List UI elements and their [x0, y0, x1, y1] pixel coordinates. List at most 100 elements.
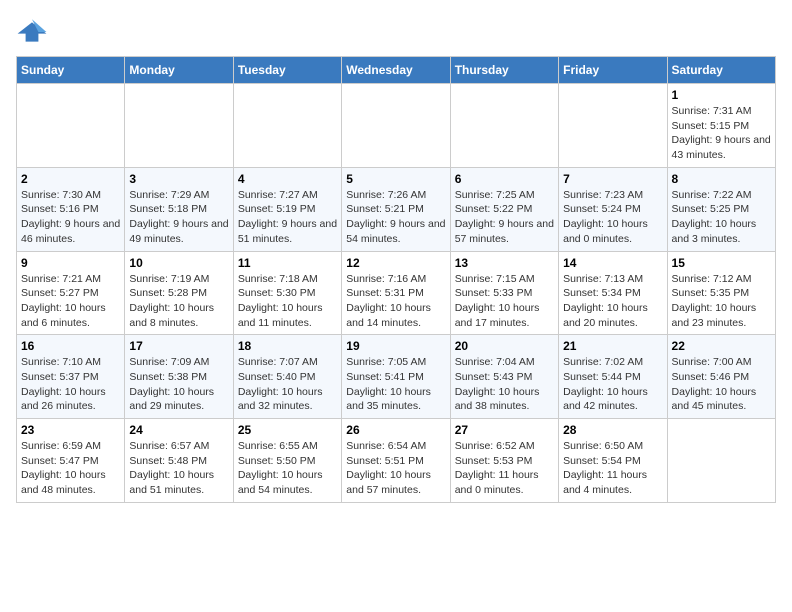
calendar-cell: 20 Sunrise: 7:04 AMSunset: 5:43 PMDayligh…	[450, 335, 558, 419]
calendar-cell: 15 Sunrise: 7:12 AMSunset: 5:35 PMDayligh…	[667, 251, 775, 335]
header-thursday: Thursday	[450, 57, 558, 84]
day-number: 1	[672, 88, 771, 102]
day-info: Sunrise: 7:21 AMSunset: 5:27 PMDaylight:…	[21, 272, 120, 331]
calendar-cell: 17 Sunrise: 7:09 AMSunset: 5:38 PMDayligh…	[125, 335, 233, 419]
day-number: 2	[21, 172, 120, 186]
calendar-cell: 26 Sunrise: 6:54 AMSunset: 5:51 PMDayligh…	[342, 419, 450, 503]
calendar-cell	[450, 84, 558, 168]
day-number: 7	[563, 172, 662, 186]
calendar-week-5: 23 Sunrise: 6:59 AMSunset: 5:47 PMDayligh…	[17, 419, 776, 503]
calendar-cell	[125, 84, 233, 168]
day-number: 15	[672, 256, 771, 270]
day-number: 13	[455, 256, 554, 270]
day-info: Sunrise: 7:00 AMSunset: 5:46 PMDaylight:…	[672, 355, 771, 414]
calendar-cell: 25Sunrise: 6:55 AMSunset: 5:50 PMDayligh…	[233, 419, 341, 503]
calendar-cell: 2 Sunrise: 7:30 AMSunset: 5:16 PMDaylight…	[17, 167, 125, 251]
calendar-cell: 23 Sunrise: 6:59 AMSunset: 5:47 PMDayligh…	[17, 419, 125, 503]
day-number: 18	[238, 339, 337, 353]
day-info: Sunrise: 7:05 AMSunset: 5:41 PMDaylight:…	[346, 355, 445, 414]
day-number: 12	[346, 256, 445, 270]
calendar-week-2: 2 Sunrise: 7:30 AMSunset: 5:16 PMDaylight…	[17, 167, 776, 251]
calendar-cell: 11Sunrise: 7:18 AMSunset: 5:30 PMDayligh…	[233, 251, 341, 335]
logo-icon	[16, 16, 48, 48]
day-info: Sunrise: 7:07 AMSunset: 5:40 PMDaylight:…	[238, 355, 337, 414]
calendar-week-4: 16 Sunrise: 7:10 AMSunset: 5:37 PMDayligh…	[17, 335, 776, 419]
day-info: Sunrise: 7:02 AMSunset: 5:44 PMDaylight:…	[563, 355, 662, 414]
day-info: Sunrise: 7:30 AMSunset: 5:16 PMDaylight:…	[21, 188, 120, 247]
day-number: 21	[563, 339, 662, 353]
calendar-header-row: SundayMondayTuesdayWednesdayThursdayFrid…	[17, 57, 776, 84]
day-info: Sunrise: 7:31 AMSunset: 5:15 PMDaylight:…	[672, 104, 771, 163]
day-info: Sunrise: 7:09 AMSunset: 5:38 PMDaylight:…	[129, 355, 228, 414]
calendar-cell: 7 Sunrise: 7:23 AMSunset: 5:24 PMDaylight…	[559, 167, 667, 251]
day-info: Sunrise: 6:54 AMSunset: 5:51 PMDaylight:…	[346, 439, 445, 498]
day-info: Sunrise: 7:29 AMSunset: 5:18 PMDaylight:…	[129, 188, 228, 247]
day-number: 9	[21, 256, 120, 270]
calendar-cell: 24Sunrise: 6:57 AMSunset: 5:48 PMDayligh…	[125, 419, 233, 503]
header-monday: Monday	[125, 57, 233, 84]
day-number: 19	[346, 339, 445, 353]
day-info: Sunrise: 7:15 AMSunset: 5:33 PMDaylight:…	[455, 272, 554, 331]
day-info: Sunrise: 7:12 AMSunset: 5:35 PMDaylight:…	[672, 272, 771, 331]
day-info: Sunrise: 7:16 AMSunset: 5:31 PMDaylight:…	[346, 272, 445, 331]
header-wednesday: Wednesday	[342, 57, 450, 84]
calendar-cell: 5 Sunrise: 7:26 AMSunset: 5:21 PMDaylight…	[342, 167, 450, 251]
page-header	[16, 16, 776, 48]
header-sunday: Sunday	[17, 57, 125, 84]
calendar-week-3: 9 Sunrise: 7:21 AMSunset: 5:27 PMDaylight…	[17, 251, 776, 335]
calendar-table: SundayMondayTuesdayWednesdayThursdayFrid…	[16, 56, 776, 503]
day-number: 23	[21, 423, 120, 437]
day-number: 11	[238, 256, 337, 270]
header-tuesday: Tuesday	[233, 57, 341, 84]
day-number: 4	[238, 172, 337, 186]
day-number: 5	[346, 172, 445, 186]
calendar-cell: 14Sunrise: 7:13 AMSunset: 5:34 PMDayligh…	[559, 251, 667, 335]
calendar-cell: 18 Sunrise: 7:07 AMSunset: 5:40 PMDayligh…	[233, 335, 341, 419]
calendar-cell	[17, 84, 125, 168]
calendar-cell	[559, 84, 667, 168]
calendar-cell: 8 Sunrise: 7:22 AMSunset: 5:25 PMDaylight…	[667, 167, 775, 251]
calendar-cell: 13 Sunrise: 7:15 AMSunset: 5:33 PMDayligh…	[450, 251, 558, 335]
day-info: Sunrise: 6:59 AMSunset: 5:47 PMDaylight:…	[21, 439, 120, 498]
day-number: 27	[455, 423, 554, 437]
day-number: 3	[129, 172, 228, 186]
header-saturday: Saturday	[667, 57, 775, 84]
calendar-cell: 9 Sunrise: 7:21 AMSunset: 5:27 PMDaylight…	[17, 251, 125, 335]
calendar-cell: 12 Sunrise: 7:16 AMSunset: 5:31 PMDayligh…	[342, 251, 450, 335]
calendar-cell: 10 Sunrise: 7:19 AMSunset: 5:28 PMDayligh…	[125, 251, 233, 335]
day-info: Sunrise: 7:19 AMSunset: 5:28 PMDaylight:…	[129, 272, 228, 331]
calendar-cell: 21 Sunrise: 7:02 AMSunset: 5:44 PMDayligh…	[559, 335, 667, 419]
calendar-cell: 3 Sunrise: 7:29 AMSunset: 5:18 PMDaylight…	[125, 167, 233, 251]
day-number: 22	[672, 339, 771, 353]
calendar-cell	[342, 84, 450, 168]
day-number: 14	[563, 256, 662, 270]
day-info: Sunrise: 7:25 AMSunset: 5:22 PMDaylight:…	[455, 188, 554, 247]
day-number: 17	[129, 339, 228, 353]
day-info: Sunrise: 7:10 AMSunset: 5:37 PMDaylight:…	[21, 355, 120, 414]
day-info: Sunrise: 7:22 AMSunset: 5:25 PMDaylight:…	[672, 188, 771, 247]
calendar-cell: 19 Sunrise: 7:05 AMSunset: 5:41 PMDayligh…	[342, 335, 450, 419]
calendar-cell: 27 Sunrise: 6:52 AMSunset: 5:53 PMDayligh…	[450, 419, 558, 503]
calendar-cell	[233, 84, 341, 168]
day-number: 24	[129, 423, 228, 437]
calendar-cell: 22 Sunrise: 7:00 AMSunset: 5:46 PMDayligh…	[667, 335, 775, 419]
day-info: Sunrise: 7:26 AMSunset: 5:21 PMDaylight:…	[346, 188, 445, 247]
day-number: 16	[21, 339, 120, 353]
day-number: 20	[455, 339, 554, 353]
day-number: 26	[346, 423, 445, 437]
calendar-cell: 6 Sunrise: 7:25 AMSunset: 5:22 PMDaylight…	[450, 167, 558, 251]
calendar-cell: 16 Sunrise: 7:10 AMSunset: 5:37 PMDayligh…	[17, 335, 125, 419]
day-info: Sunrise: 6:50 AMSunset: 5:54 PMDaylight:…	[563, 439, 662, 498]
day-number: 6	[455, 172, 554, 186]
day-number: 25	[238, 423, 337, 437]
day-info: Sunrise: 7:04 AMSunset: 5:43 PMDaylight:…	[455, 355, 554, 414]
day-number: 10	[129, 256, 228, 270]
calendar-cell: 1 Sunrise: 7:31 AMSunset: 5:15 PMDaylight…	[667, 84, 775, 168]
day-info: Sunrise: 7:23 AMSunset: 5:24 PMDaylight:…	[563, 188, 662, 247]
header-friday: Friday	[559, 57, 667, 84]
calendar-week-1: 1 Sunrise: 7:31 AMSunset: 5:15 PMDaylight…	[17, 84, 776, 168]
day-number: 28	[563, 423, 662, 437]
day-info: Sunrise: 6:52 AMSunset: 5:53 PMDaylight:…	[455, 439, 554, 498]
day-number: 8	[672, 172, 771, 186]
day-info: Sunrise: 7:27 AMSunset: 5:19 PMDaylight:…	[238, 188, 337, 247]
